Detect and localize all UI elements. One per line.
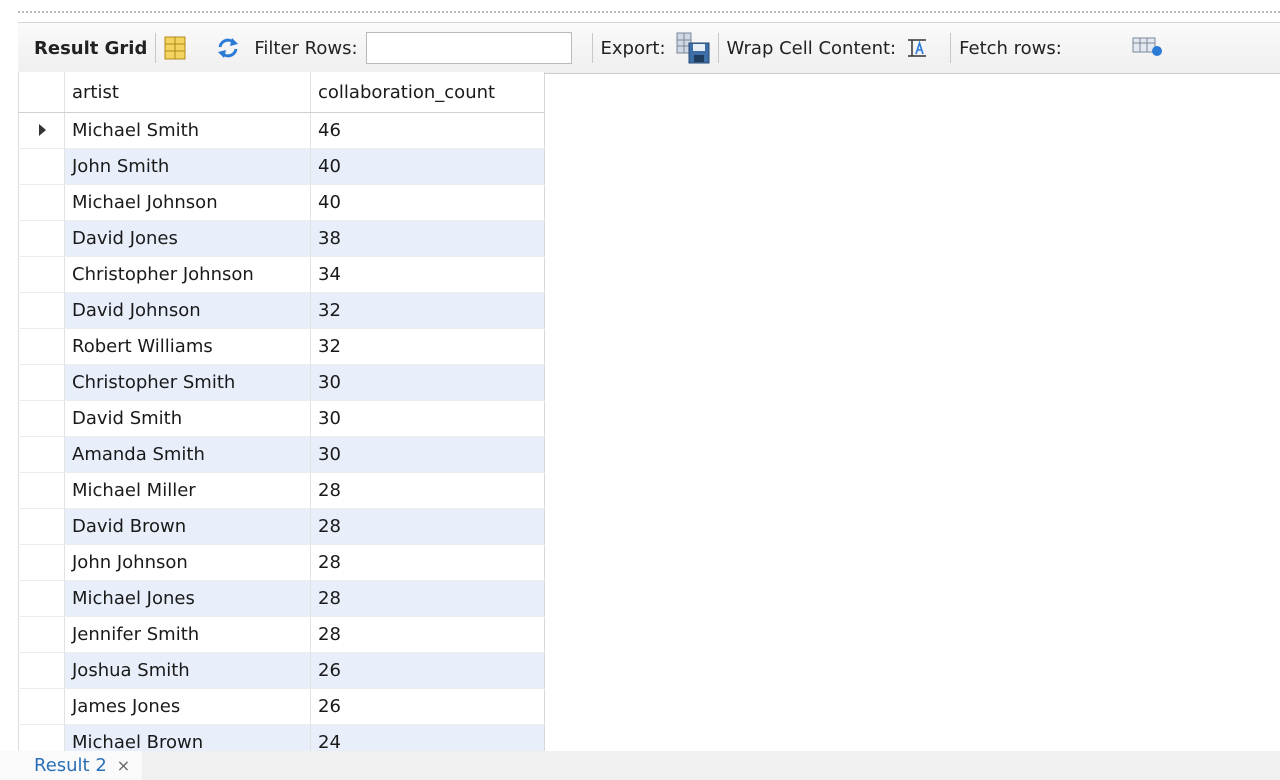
- collaboration-count-cell[interactable]: 30: [310, 400, 545, 437]
- collaboration-count-cell[interactable]: 40: [310, 148, 545, 185]
- result-tabs-bar: Result 2 ×: [0, 751, 1280, 780]
- export-label: Export:: [600, 37, 666, 59]
- artist-cell[interactable]: Joshua Smith: [64, 652, 311, 689]
- wrap-cell-content-label: Wrap Cell Content:: [726, 37, 897, 59]
- row-selector[interactable]: [18, 616, 65, 653]
- artist-cell[interactable]: John Smith: [64, 148, 311, 185]
- filter-rows-input[interactable]: [365, 32, 572, 64]
- artist-cell[interactable]: David Smith: [64, 400, 311, 437]
- result-grid: artist collaboration_count Michael Smith…: [18, 72, 545, 761]
- row-selector[interactable]: [18, 256, 65, 293]
- close-icon[interactable]: ×: [117, 756, 130, 775]
- collaboration-count-cell[interactable]: 28: [310, 580, 545, 617]
- artist-cell[interactable]: Michael Jones: [64, 580, 311, 617]
- row-selector[interactable]: [18, 148, 65, 185]
- table-row[interactable]: Michael Johnson 40: [18, 184, 545, 221]
- column-header-artist[interactable]: artist: [64, 72, 311, 113]
- row-selector[interactable]: [18, 652, 65, 689]
- collaboration-count-cell[interactable]: 28: [310, 472, 545, 509]
- row-selector[interactable]: [18, 472, 65, 509]
- table-row[interactable]: Amanda Smith 30: [18, 436, 545, 473]
- table-row[interactable]: David Smith 30: [18, 400, 545, 437]
- row-selector[interactable]: [18, 544, 65, 581]
- collaboration-count-cell[interactable]: 32: [310, 328, 545, 365]
- table-row[interactable]: Joshua Smith 26: [18, 652, 545, 689]
- artist-cell[interactable]: Amanda Smith: [64, 436, 311, 473]
- result-grid-label[interactable]: Result Grid: [34, 38, 147, 59]
- artist-cell[interactable]: John Johnson: [64, 544, 311, 581]
- row-header-corner: [18, 72, 65, 113]
- fetch-rows-label: Fetch rows:: [959, 37, 1062, 59]
- collaboration-count-cell[interactable]: 38: [310, 220, 545, 257]
- collaboration-count-cell[interactable]: 28: [310, 508, 545, 545]
- grid-view-icon[interactable]: [164, 36, 186, 60]
- artist-cell[interactable]: James Jones: [64, 688, 311, 725]
- panel-splitter[interactable]: [18, 11, 1280, 15]
- artist-cell[interactable]: Michael Johnson: [64, 184, 311, 221]
- collaboration-count-cell[interactable]: 28: [310, 544, 545, 581]
- row-selector[interactable]: [18, 112, 65, 149]
- row-selector[interactable]: [18, 400, 65, 437]
- collaboration-count-cell[interactable]: 46: [310, 112, 545, 149]
- table-row[interactable]: Christopher Johnson 34: [18, 256, 545, 293]
- artist-cell[interactable]: David Jones: [64, 220, 311, 257]
- table-row[interactable]: Robert Williams 32: [18, 328, 545, 365]
- collaboration-count-cell[interactable]: 30: [310, 436, 545, 473]
- table-row[interactable]: Michael Miller 28: [18, 472, 545, 509]
- result-toolbar: Result Grid Filter Rows: Export: Wrap Ce…: [18, 22, 1280, 74]
- row-selector[interactable]: [18, 436, 65, 473]
- row-selector[interactable]: [18, 580, 65, 617]
- artist-cell[interactable]: Robert Williams: [64, 328, 311, 365]
- collaboration-count-cell[interactable]: 28: [310, 616, 545, 653]
- current-row-arrow-icon: [39, 124, 46, 136]
- collaboration-count-cell[interactable]: 26: [310, 688, 545, 725]
- tab-label: Result 2: [34, 755, 107, 776]
- table-row[interactable]: David Brown 28: [18, 508, 545, 545]
- column-header-collaboration-count[interactable]: collaboration_count: [310, 72, 545, 113]
- toolbar-divider: [591, 33, 593, 63]
- collaboration-count-cell[interactable]: 26: [310, 652, 545, 689]
- fetch-rows-icon[interactable]: [1132, 37, 1162, 59]
- artist-cell[interactable]: Michael Miller: [64, 472, 311, 509]
- collaboration-count-cell[interactable]: 30: [310, 364, 545, 401]
- row-selector[interactable]: [18, 364, 65, 401]
- toolbar-divider: [717, 33, 719, 63]
- row-selector[interactable]: [18, 688, 65, 725]
- row-selector[interactable]: [18, 292, 65, 329]
- table-row[interactable]: Michael Smith 46: [18, 112, 545, 149]
- refresh-icon[interactable]: [216, 37, 240, 59]
- artist-cell[interactable]: Jennifer Smith: [64, 616, 311, 653]
- toolbar-divider: [155, 33, 157, 63]
- collaboration-count-cell[interactable]: 34: [310, 256, 545, 293]
- table-row[interactable]: Jennifer Smith 28: [18, 616, 545, 653]
- artist-cell[interactable]: David Brown: [64, 508, 311, 545]
- table-row[interactable]: David Jones 38: [18, 220, 545, 257]
- row-selector[interactable]: [18, 184, 65, 221]
- table-row[interactable]: John Smith 40: [18, 148, 545, 185]
- collaboration-count-cell[interactable]: 40: [310, 184, 545, 221]
- artist-cell[interactable]: Michael Smith: [64, 112, 311, 149]
- table-row[interactable]: Christopher Smith 30: [18, 364, 545, 401]
- row-selector[interactable]: [18, 508, 65, 545]
- header-row: artist collaboration_count: [18, 72, 545, 113]
- artist-cell[interactable]: David Johnson: [64, 292, 311, 329]
- artist-cell[interactable]: Christopher Smith: [64, 364, 311, 401]
- table-row[interactable]: David Johnson 32: [18, 292, 545, 329]
- row-selector[interactable]: [18, 220, 65, 257]
- table-row[interactable]: James Jones 26: [18, 688, 545, 725]
- row-selector[interactable]: [18, 328, 65, 365]
- collaboration-count-cell[interactable]: 32: [310, 292, 545, 329]
- grid-body: Michael Smith 46 John Smith 40 Michael J…: [18, 112, 545, 761]
- wrap-text-icon[interactable]: [906, 37, 928, 59]
- export-icon[interactable]: [676, 32, 710, 64]
- tab-result-2[interactable]: Result 2 ×: [0, 751, 143, 780]
- table-row[interactable]: Michael Jones 28: [18, 580, 545, 617]
- table-row[interactable]: John Johnson 28: [18, 544, 545, 581]
- artist-cell[interactable]: Christopher Johnson: [64, 256, 311, 293]
- toolbar-divider: [950, 33, 952, 63]
- filter-rows-label: Filter Rows:: [254, 37, 358, 59]
